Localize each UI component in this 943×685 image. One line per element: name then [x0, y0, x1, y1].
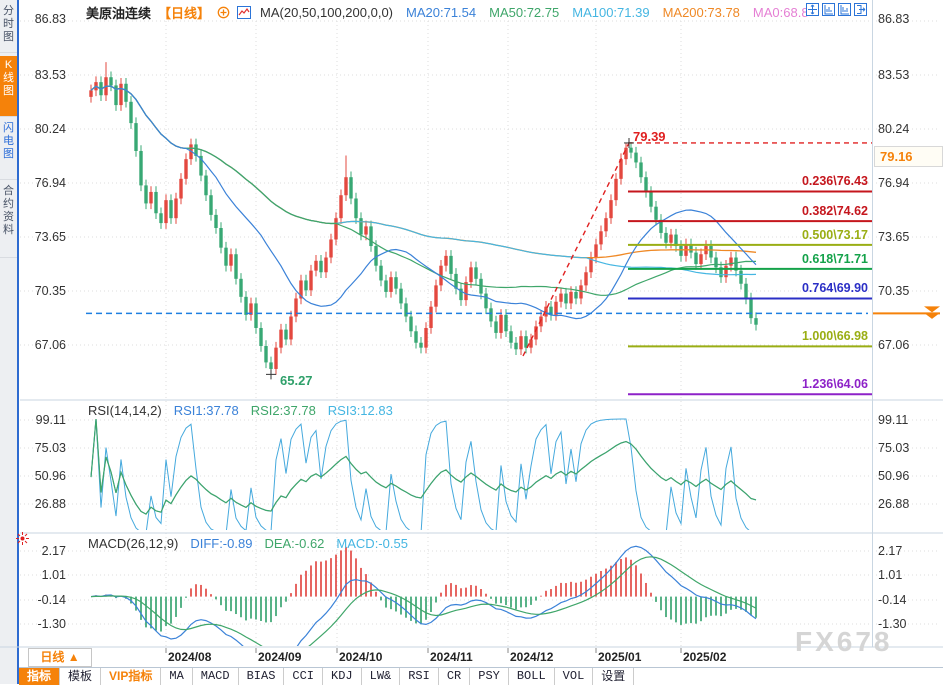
price-axis-right: 83.53 [878, 68, 909, 82]
marked-price-badge: 79.16 [874, 146, 943, 167]
x-axis-month: 2024/11 [430, 650, 473, 664]
toolbar-templates[interactable]: 模板 [60, 668, 101, 685]
exit-right-icon[interactable] [854, 3, 867, 16]
toolbar-bias[interactable]: BIAS [239, 668, 285, 685]
price-axis-left: 67.06 [20, 338, 66, 352]
toolbar-kdj[interactable]: KDJ [323, 668, 362, 685]
zoom-out-chart-icon[interactable] [838, 3, 851, 16]
swing-low-label: 65.27 [280, 373, 313, 388]
swing-high-label: 79.39 [633, 129, 666, 144]
fib-level-label[interactable]: 0.382\74.62 [700, 204, 868, 218]
x-axis-month: 2024/08 [168, 650, 211, 664]
rsi3-value: RSI3:12.83 [328, 403, 393, 418]
price-axis-right: 70.35 [878, 284, 909, 298]
rsi-title: RSI(14,14,2) [88, 403, 162, 418]
x-axis-month: 2025/01 [598, 650, 641, 664]
macd-axis-right: 2.17 [878, 544, 902, 558]
toolbar-psy[interactable]: PSY [470, 668, 509, 685]
rsi1-value: RSI1:37.78 [174, 403, 239, 418]
rsi-axis-right: 75.03 [878, 441, 909, 455]
price-axis-left: 80.24 [20, 122, 66, 136]
price-axis-right: 76.94 [878, 176, 909, 190]
toolbar-vip-indicators[interactable]: VIP指标 [101, 668, 161, 685]
toolbar-lw[interactable]: LW& [362, 668, 401, 685]
macd-axis-right: -1.30 [878, 617, 907, 631]
toolbar-cr[interactable]: CR [439, 668, 470, 685]
x-axis-month: 2025/02 [683, 650, 726, 664]
price-axis-right: 86.83 [878, 12, 909, 26]
toolbar-indicators[interactable]: 指标 [19, 668, 60, 685]
price-axis-left: 70.35 [20, 284, 66, 298]
rsi-header: RSI(14,14,2) RSI1:37.78 RSI2:37.78 RSI3:… [88, 403, 393, 418]
price-axis-left: 73.65 [20, 230, 66, 244]
chart-tool-icons [806, 3, 867, 16]
fib-level-label[interactable]: 0.236\76.43 [700, 174, 868, 188]
rsi-axis-left: 99.11 [20, 413, 66, 427]
x-axis-month: 2024/10 [339, 650, 382, 664]
price-axis-left: 83.53 [20, 68, 66, 82]
macd-title: MACD(26,12,9) [88, 536, 178, 551]
fib-level-label[interactable]: 1.236\64.06 [700, 377, 868, 391]
macd-axis-left: -0.14 [20, 593, 66, 607]
rsi2-value: RSI2:37.78 [251, 403, 316, 418]
price-axis-right: 67.06 [878, 338, 909, 352]
fib-level-label[interactable]: 0.764\69.90 [700, 281, 868, 295]
rsi-axis-right: 99.11 [878, 413, 908, 427]
dea-value: DEA:-0.62 [264, 536, 324, 551]
toolbar-settings[interactable]: 设置 [593, 668, 634, 685]
pan-icon[interactable] [806, 3, 819, 16]
fib-level-label[interactable]: 0.500\73.17 [700, 228, 868, 242]
rsi-axis-left: 50.96 [20, 469, 66, 483]
fib-level-label[interactable]: 1.000\66.98 [700, 329, 868, 343]
macd-header: MACD(26,12,9) DIFF:-0.89 DEA:-0.62 MACD:… [88, 536, 408, 551]
rsi-axis-left: 75.03 [20, 441, 66, 455]
trading-app: { "sidebar": { "tabs": [ {"label": "分时图"… [0, 0, 943, 684]
price-axis-right: 80.24 [878, 122, 909, 136]
x-axis-month: 2024/12 [510, 650, 553, 664]
macd-axis-right: -0.14 [878, 593, 907, 607]
zoom-in-chart-icon[interactable] [822, 3, 835, 16]
price-axis-left: 86.83 [20, 12, 66, 26]
diff-value: DIFF:-0.89 [190, 536, 252, 551]
x-axis-month: 2024/09 [258, 650, 301, 664]
toolbar-cci[interactable]: CCI [284, 668, 323, 685]
toolbar-ma[interactable]: MA [161, 668, 192, 685]
period-selector[interactable]: 日线 ▲ [28, 648, 92, 667]
macd-axis-left: -1.30 [20, 617, 66, 631]
rsi-axis-right: 26.88 [878, 497, 909, 511]
macd-value: MACD:-0.55 [336, 536, 408, 551]
price-axis-left: 76.94 [20, 176, 66, 190]
toolbar-vol[interactable]: VOL [555, 668, 594, 685]
rsi-axis-right: 50.96 [878, 469, 909, 483]
toolbar-rsi[interactable]: RSI [400, 668, 439, 685]
indicator-toolbar: 指标 模板 VIP指标 MA MACD BIAS CCI KDJ LW& RSI… [19, 667, 943, 685]
fib-level-label[interactable]: 0.618\71.71 [700, 252, 868, 266]
macd-axis-right: 1.01 [878, 568, 902, 582]
toolbar-macd[interactable]: MACD [193, 668, 239, 685]
toolbar-boll[interactable]: BOLL [509, 668, 555, 685]
macd-axis-left: 1.01 [20, 568, 66, 582]
rsi-axis-left: 26.88 [20, 497, 66, 511]
macd-axis-left: 2.17 [20, 544, 66, 558]
price-axis-right: 73.65 [878, 230, 909, 244]
